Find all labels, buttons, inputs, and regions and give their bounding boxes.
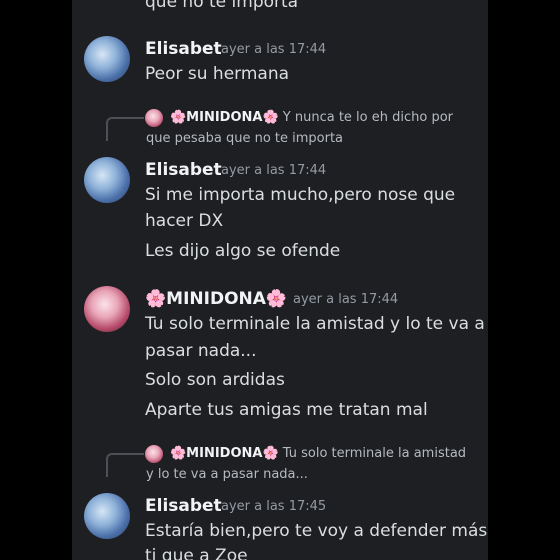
avatar[interactable]	[84, 493, 130, 539]
timestamp: ayer a las 17:44	[221, 42, 327, 57]
avatar[interactable]	[84, 157, 130, 203]
timestamp: ayer a las 17:44	[221, 163, 327, 178]
message-text[interactable]: Peor su hermana	[145, 64, 289, 84]
message-text[interactable]: pasar nada...	[145, 341, 257, 361]
timestamp: ayer a las 17:44	[293, 292, 399, 307]
reply-preview[interactable]: 🌸MINIDONA🌸 Tu solo terminale la amistad …	[146, 443, 476, 485]
reply-connector	[106, 453, 144, 477]
avatar[interactable]	[84, 36, 130, 82]
username[interactable]: 🌸MINIDONA🌸	[145, 289, 287, 309]
message-text[interactable]: Tu solo terminale la amistad y lo te va …	[145, 314, 485, 334]
reply-author[interactable]: 🌸MINIDONA🌸	[170, 110, 279, 125]
timestamp: ayer a las 17:45	[221, 499, 327, 514]
message-text[interactable]: Solo son ardidas	[145, 370, 285, 390]
chat-panel: que no te importa Elisabet ayer a las 17…	[72, 0, 488, 560]
username[interactable]: Elisabet	[145, 160, 222, 180]
message-text[interactable]: Les dijo algo se ofende	[145, 241, 340, 261]
message-text[interactable]: Aparte tus amigas me tratan mal	[145, 400, 428, 420]
reply-connector	[106, 117, 144, 141]
reply-author[interactable]: 🌸MINIDONA🌸	[170, 446, 279, 461]
avatar[interactable]	[84, 286, 130, 332]
username[interactable]: Elisabet	[145, 496, 222, 516]
message-text[interactable]: hacer DX	[145, 211, 223, 231]
message-text[interactable]: que no te importa	[145, 0, 298, 12]
message-text[interactable]: Estaría bien,pero te voy a defender más …	[145, 521, 488, 541]
message-text[interactable]: ti que a Zoe	[145, 546, 248, 560]
message-text[interactable]: Si me importa mucho,pero nose que	[145, 185, 455, 205]
username[interactable]: Elisabet	[145, 39, 222, 59]
reply-preview[interactable]: 🌸MINIDONA🌸 Y nunca te lo eh dicho por qu…	[146, 107, 476, 149]
